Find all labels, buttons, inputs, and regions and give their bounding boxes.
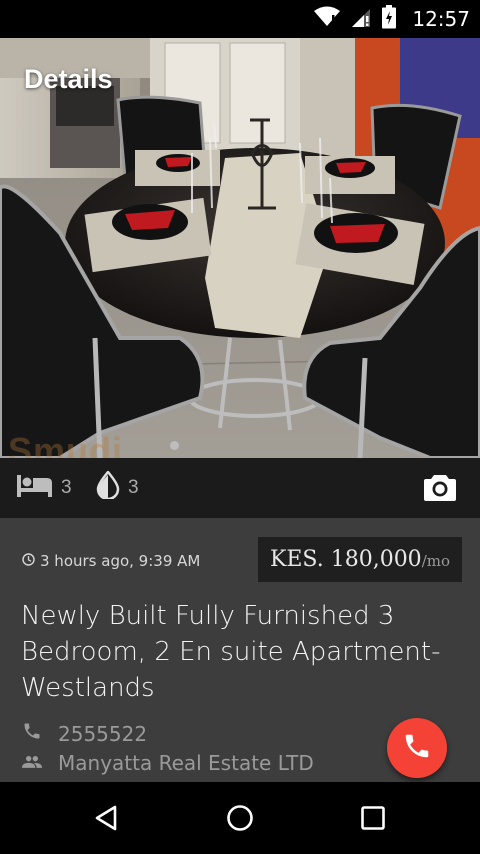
bathrooms-feature: 3	[96, 458, 139, 518]
clock-icon	[22, 552, 35, 570]
people-icon	[22, 751, 42, 775]
price-value: KES. 180,000	[269, 547, 422, 572]
posted-time-text: 3 hours ago, 9:39 AM	[40, 552, 201, 570]
camera-icon[interactable]	[424, 473, 456, 506]
page-title: Details	[24, 64, 113, 94]
status-time: 12:57	[412, 7, 470, 31]
agent-name: Manyatta Real Estate LTD	[58, 751, 314, 775]
status-bar: 12:57	[0, 0, 480, 38]
listing-title: Newly Built Fully Furnished 3 Bedroom, 2…	[21, 601, 441, 703]
posted-time: 3 hours ago, 9:39 AM	[22, 552, 200, 570]
price-unit: /mo	[421, 552, 450, 570]
status-icons: 12:57	[314, 0, 470, 38]
back-icon[interactable]	[89, 800, 125, 836]
feature-bar: 3 3	[0, 458, 480, 518]
water-drop-icon	[96, 470, 120, 505]
phone-icon	[22, 721, 42, 746]
bedrooms-feature: 3	[17, 458, 72, 518]
phone-icon	[402, 731, 432, 766]
phone-row[interactable]: 2555522	[22, 721, 147, 746]
dining-room-photo	[0, 38, 480, 458]
bathrooms-count: 3	[128, 477, 139, 498]
recents-icon[interactable]	[355, 800, 391, 836]
agent-row: Manyatta Real Estate LTD	[22, 751, 314, 775]
bedrooms-count: 3	[61, 477, 72, 498]
wifi-icon	[314, 6, 341, 33]
cellular-signal-icon	[350, 6, 372, 33]
listing-photo[interactable]	[0, 38, 480, 458]
navigation-bar	[0, 782, 480, 854]
phone-number[interactable]: 2555522	[58, 722, 147, 746]
home-icon[interactable]	[222, 800, 258, 836]
price-badge: KES. 180,000/mo	[257, 537, 462, 582]
bed-icon	[17, 473, 53, 503]
call-button[interactable]	[387, 718, 447, 778]
battery-icon	[382, 4, 397, 34]
photo-page-indicator	[170, 441, 179, 450]
